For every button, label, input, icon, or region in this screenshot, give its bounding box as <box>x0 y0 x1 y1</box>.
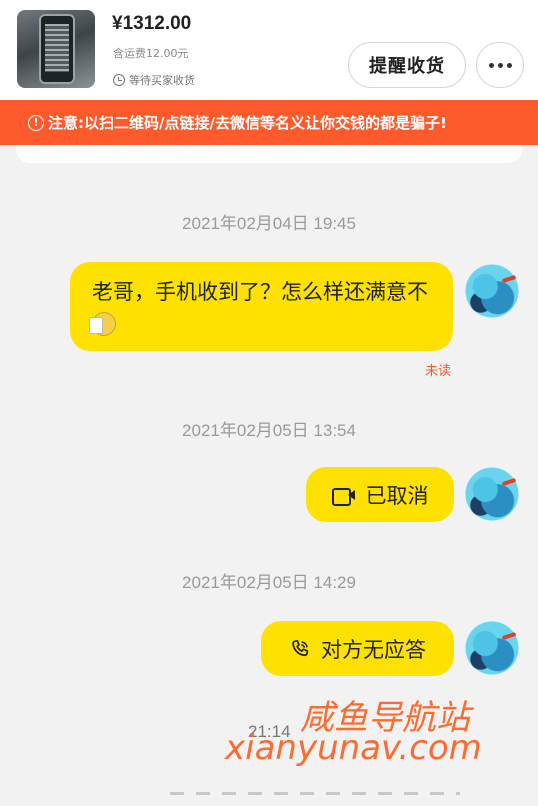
remind-receipt-button[interactable]: 提醒收货 <box>348 42 466 88</box>
exclamation-circle-icon: ! <box>28 114 44 131</box>
more-options-button[interactable] <box>476 42 524 88</box>
wiping-sweat-emoji-icon <box>89 312 116 336</box>
avatar[interactable] <box>464 466 520 522</box>
unread-status: 未读 <box>425 364 452 379</box>
chat-bubble-left[interactable]: 老哥，手机收到了？怎么样还满意不 <box>70 262 453 351</box>
video-call-bubble[interactable]: 已取消 <box>306 467 454 522</box>
message-timestamp: 2021年02月05日 14:29 <box>182 573 356 592</box>
cropped-bottom-content <box>0 780 538 806</box>
phone-image <box>39 14 75 84</box>
product-thumbnail[interactable] <box>17 10 95 88</box>
message-text: 老哥，手机收到了？怎么样还满意不 <box>92 280 428 304</box>
warning-text: 注意:以扫二维码/点链接/去微信等名义让你交钱的都是骗子! <box>48 114 447 132</box>
avatar[interactable] <box>464 620 520 676</box>
watermark-en: xianyunav.com <box>225 728 482 768</box>
voice-call-bubble[interactable]: 对方无应答 <box>261 621 454 676</box>
video-call-text: 已取消 <box>365 483 429 508</box>
clock-icon <box>113 74 125 86</box>
message-timestamp: 2021年02月05日 13:54 <box>182 421 356 440</box>
shipping-fee: 含运费12.00元 <box>113 47 189 60</box>
scam-warning-banner: ! 注意:以扫二维码/点链接/去微信等名义让你交钱的都是骗子! <box>0 100 538 145</box>
order-price: ¥1312.00 <box>112 13 192 34</box>
banner-bottom-card <box>16 145 522 163</box>
order-header: ¥1312.00 含运费12.00元 等待买家收货 提醒收货 <box>0 0 538 100</box>
video-call-icon <box>331 486 356 506</box>
message-timestamp: 2021年02月04日 19:45 <box>182 214 356 233</box>
avatar[interactable] <box>464 263 520 319</box>
phone-call-icon <box>292 639 309 656</box>
order-status-text: 等待买家收货 <box>129 74 195 87</box>
voice-call-text: 对方无应答 <box>321 637 426 662</box>
more-dots-icon <box>488 62 494 68</box>
order-status: 等待买家收货 <box>113 72 195 88</box>
